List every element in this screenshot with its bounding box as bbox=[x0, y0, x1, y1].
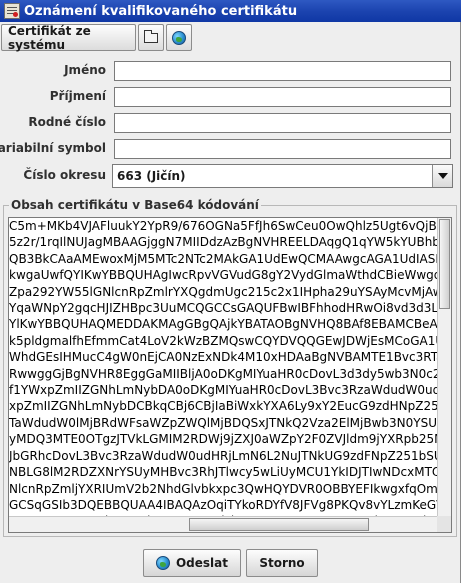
variabilni-symbol-label: Variabilní symbol bbox=[0, 141, 106, 155]
variabilni-symbol-row: Variabilní symbol bbox=[0, 139, 461, 159]
certificate-base64-content[interactable]: C5m+MKb4VJAFluukY2YpR9/676OGNa5FfJh6SwCe… bbox=[9, 218, 437, 516]
certificate-line: Zpa292YW55lGNlcnRpZmlrYXQgdmUgc215c2x1IH… bbox=[9, 284, 437, 299]
toolbar: Certifikát ze systému bbox=[1, 24, 192, 52]
certificate-line: RwwggGjBgNVHR8EggGaMIIBljA0oDKgMIYuaHR0c… bbox=[9, 366, 437, 381]
rodne-cislo-input[interactable] bbox=[114, 113, 451, 133]
certificate-line: k5pldgmalfhEfmmCat4LoV2kWzBZMQswCQYDVQQG… bbox=[9, 333, 437, 348]
certificate-line: kwgaUwfQYIKwYBBQUHAgIwcRpvVGVudG8gY2VydG… bbox=[9, 268, 437, 283]
prijmeni-row: Příjmení bbox=[0, 87, 461, 107]
rodne-cislo-row: Rodné číslo bbox=[0, 113, 461, 133]
certificate-line: TaWdudW0lMjBRdWFsaWZpZWQlMjBDQSxJTNkQ2Vz… bbox=[9, 415, 437, 430]
cislo-okresu-select[interactable]: 663 (Jičín) bbox=[112, 164, 453, 188]
certificate-line: QB3BkCAaAMEwoxMjM5MTc2NTc2MAkGA1UdEwQCMA… bbox=[9, 251, 437, 266]
certificate-line: f1YWxpZmIIZGNhLmNybDA0oDKgMIYuaHR0cDovL3… bbox=[9, 383, 437, 398]
certificate-base64-textarea[interactable]: C5m+MKb4VJAFluukY2YpR9/676OGNa5FfJh6SwCe… bbox=[8, 217, 452, 533]
chevron-down-icon bbox=[437, 173, 448, 179]
variabilni-symbol-input[interactable] bbox=[114, 139, 451, 159]
certificate-line: NlcnRpZmljYXRIUmV2b2NhdGlvbkxpc3QwHQYDVR… bbox=[9, 481, 437, 496]
certificate-dialog: Oznámení kvalifikovaného certifikátu Cer… bbox=[0, 0, 461, 583]
certificate-line: C5m+MKb4VJAFluukY2YpR9/676OGNa5FfJh6SwCe… bbox=[9, 219, 437, 233]
prijmeni-input[interactable] bbox=[114, 87, 451, 107]
jmeno-row: Jméno bbox=[0, 61, 461, 81]
system-certificate-button[interactable]: Certifikát ze systému bbox=[1, 24, 136, 52]
certificate-line: 5z2r/1rqIlNUJagMBAAGjggN7MIIDdzAzBgNVHRE… bbox=[9, 235, 437, 250]
title-bar: Oznámení kvalifikovaného certifikátu bbox=[0, 0, 461, 22]
cancel-button[interactable]: Storno bbox=[246, 549, 318, 577]
globe-icon bbox=[155, 556, 170, 570]
window-title: Oznámení kvalifikovaného certifikátu bbox=[24, 3, 298, 19]
vertical-scroll-thumb[interactable] bbox=[439, 219, 450, 309]
dropdown-button[interactable] bbox=[432, 165, 452, 187]
certificate-line: YqaWNpY2gqcHJIZHBpc3UuMCQGCCsGAQUFBwIBFh… bbox=[9, 301, 437, 316]
horizontal-scroll-thumb[interactable] bbox=[189, 518, 369, 531]
prijmeni-label: Příjmení bbox=[49, 89, 106, 103]
globe-icon bbox=[172, 30, 186, 45]
certificate-line: xpZmIIZGNhLmNybDCBkqCBj6CBjIaBiWxkYXA6Ly… bbox=[9, 399, 437, 414]
certificate-line: YlKwYBBQUHAQMEDDAKMAgGBgQAjkYBATAOBgNVHQ… bbox=[9, 317, 437, 332]
send-button-label: Odeslat bbox=[175, 556, 229, 570]
certificate-line: WhdGEsIHMucC4gW0nEjCA0NzExNDk4M10xHDAaBg… bbox=[9, 350, 437, 365]
certificate-line: yMDQ3MTE0OTgzJTVkLGMIM2RDWj9jZXJ0aWZpY2F… bbox=[9, 432, 437, 447]
certificate-base64-group: Obsah certifikátu v Base64 kódování C5m+… bbox=[3, 198, 457, 537]
certificate-line: JbGRhcDovL3Bvc3RzaWdudW0udHRjLmN6L2NuJTN… bbox=[9, 448, 437, 463]
jmeno-input[interactable] bbox=[114, 61, 451, 81]
certificate-base64-legend: Obsah certifikátu v Base64 kódování bbox=[9, 198, 261, 212]
web-button[interactable] bbox=[166, 24, 192, 51]
dialog-buttons: Odeslat Storno bbox=[0, 549, 461, 577]
send-button[interactable]: Odeslat bbox=[143, 549, 241, 577]
scroll-corner bbox=[437, 516, 451, 532]
certificate-app-icon bbox=[4, 3, 20, 19]
cislo-okresu-row: Číslo okresu 663 (Jičín) bbox=[0, 164, 461, 188]
horizontal-scrollbar[interactable] bbox=[9, 516, 437, 532]
certificate-line: GCSqGSIb3DQEBBQUAA4IBAQAzOqiTYkoRDYfV8JF… bbox=[9, 497, 437, 512]
rodne-cislo-label: Rodné číslo bbox=[28, 115, 106, 129]
cislo-okresu-label: Číslo okresu bbox=[23, 168, 106, 182]
open-file-button[interactable] bbox=[138, 24, 164, 51]
certificate-line: NBLG8lM2RDZXNrYSUyMHBvc3RhJTlwcy5wLiUyMC… bbox=[9, 465, 437, 480]
jmeno-label: Jméno bbox=[64, 63, 106, 77]
vertical-scrollbar[interactable] bbox=[437, 218, 451, 516]
folder-icon bbox=[144, 29, 158, 43]
cislo-okresu-value: 663 (Jičín) bbox=[117, 169, 186, 183]
